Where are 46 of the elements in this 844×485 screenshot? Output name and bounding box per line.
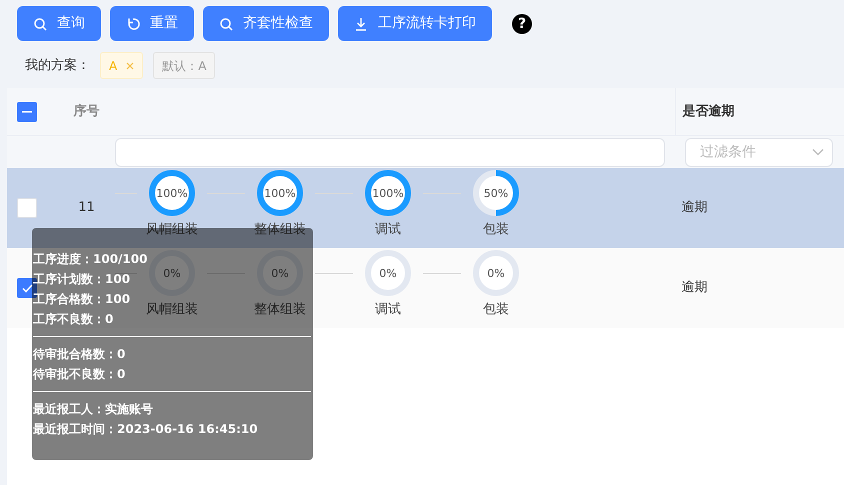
progress-ring: 0% xyxy=(365,250,411,296)
scheme-label: 我的方案： xyxy=(25,56,90,75)
step-name: 包装 xyxy=(483,221,509,239)
overdue-status: 逾期 xyxy=(682,279,708,298)
search-icon xyxy=(219,16,233,30)
minus-icon xyxy=(22,110,32,112)
toolbar-button[interactable]: 查询 xyxy=(17,6,101,41)
tooltip-line: 工序合格数：100 xyxy=(33,291,130,308)
tooltip-line: 待审批不良数：0 xyxy=(33,366,126,383)
progress-ring: 0% xyxy=(473,250,519,296)
filter-field[interactable] xyxy=(115,138,665,166)
progress-ring: 100% xyxy=(365,170,411,216)
download-icon xyxy=(354,16,368,30)
step-name: 调试 xyxy=(375,221,401,239)
progress-ring: 50% xyxy=(473,170,519,216)
step-name: 整体组装 xyxy=(254,301,306,319)
checkbox[interactable] xyxy=(17,198,37,218)
tooltip-line: 工序不良数：0 xyxy=(33,311,114,328)
tooltip-line: 工序计划数：100 xyxy=(33,271,130,288)
reset-icon xyxy=(126,16,140,30)
tooltip-line: 工序进度：100/100 xyxy=(33,251,148,268)
progress-ring: 0% xyxy=(257,250,303,296)
column-header: 是否逾期 xyxy=(682,102,734,121)
toolbar-button[interactable]: 工序流转卡打印 xyxy=(338,6,492,41)
step-name: 包装 xyxy=(483,301,509,319)
tooltip-line: 最近报工人：实施账号 xyxy=(33,401,153,418)
overdue-status: 逾期 xyxy=(682,199,708,218)
search-icon xyxy=(33,16,47,30)
tooltip-line: 待审批合格数：0 xyxy=(33,346,126,363)
progress-ring: 100% xyxy=(149,170,195,216)
toolbar-button[interactable]: 重置 xyxy=(110,6,194,41)
progress-ring: 100% xyxy=(257,170,303,216)
close-icon[interactable] xyxy=(126,62,134,70)
progress-ring: 0% xyxy=(149,250,195,296)
checkbox[interactable] xyxy=(17,102,37,122)
help-icon[interactable]: ? xyxy=(512,14,532,34)
column-header: 序号 xyxy=(74,102,100,121)
scheme-tag[interactable]: 默认：A xyxy=(153,52,216,79)
chevron-icon xyxy=(812,148,824,156)
check-icon xyxy=(22,284,32,292)
row-number: 11 xyxy=(78,199,95,218)
step-name: 调试 xyxy=(375,301,401,319)
toolbar-button[interactable]: 齐套性检查 xyxy=(203,6,329,41)
tooltip-line: 最近报工时间：2023-06-16 16:45:10 xyxy=(33,421,258,438)
filter-select[interactable]: 过滤条件 xyxy=(685,138,833,166)
step-name: 风帽组装 xyxy=(146,301,198,319)
